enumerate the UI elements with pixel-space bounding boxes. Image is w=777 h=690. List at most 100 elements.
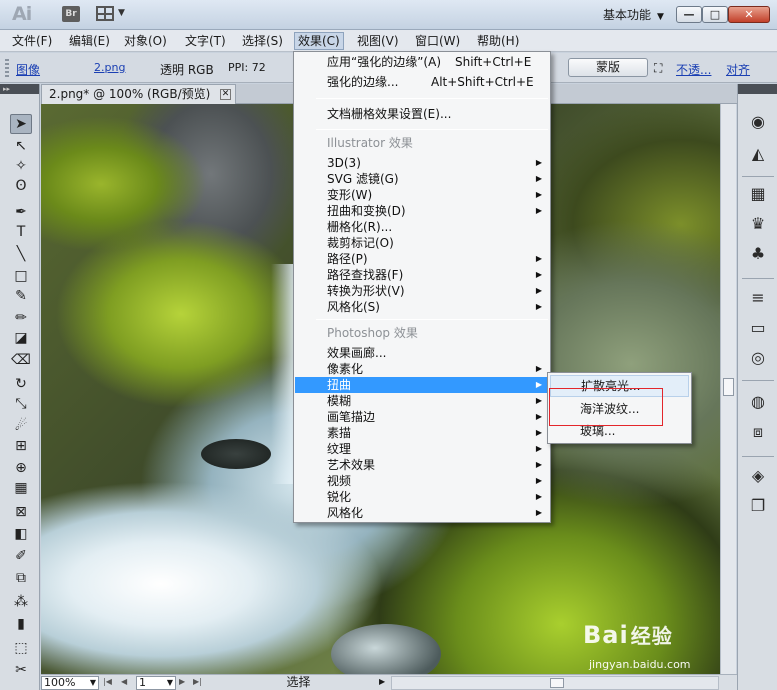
minimize-button[interactable]: — (676, 6, 702, 23)
eyedropper-tool-icon[interactable]: ✐ (10, 546, 32, 566)
mesh-tool-icon[interactable]: ⊠ (10, 502, 32, 522)
perspective-grid-tool-icon[interactable]: ▦ (10, 478, 32, 498)
symbols-panel-icon[interactable]: ♣ (745, 242, 771, 266)
menu-view[interactable]: 视图(V) (354, 32, 402, 50)
transparency-panel-icon[interactable]: ◎ (745, 346, 771, 370)
last-artboard-icon[interactable]: ▶| (193, 677, 202, 686)
menu-item-stylize-illustrator[interactable]: 风格化(S) ▶ (295, 299, 549, 315)
slice-tool-icon[interactable]: ✂ (10, 660, 32, 680)
scale-tool-icon[interactable]: ⤡ (10, 394, 32, 414)
blob-brush-tool-icon[interactable]: ◪ (10, 328, 32, 348)
appearance-panel-icon[interactable]: ◍ (745, 390, 771, 414)
document-tab[interactable]: 2.png* @ 100% (RGB/预览) ✕ (41, 84, 236, 104)
menu-item-path[interactable]: 路径(P) ▶ (295, 251, 549, 267)
color-panel-icon[interactable]: ◉ (745, 110, 771, 134)
eraser-tool-icon[interactable]: ⌫ (10, 350, 32, 370)
menu-item-effect-gallery[interactable]: 效果画廊... (295, 345, 549, 361)
menu-item-convert-to-shape[interactable]: 转换为形状(V) ▶ (295, 283, 549, 299)
next-artboard-icon[interactable]: ▶ (179, 677, 185, 686)
brushes-panel-icon[interactable]: ♛ (745, 212, 771, 236)
workspace-switcher[interactable]: 基本功能 ▼ (603, 6, 664, 23)
menu-object[interactable]: 对象(O) (121, 32, 170, 50)
opacity-link[interactable]: 不透... (676, 61, 711, 78)
paintbrush-tool-icon[interactable]: ✎ (10, 286, 32, 306)
menu-edit[interactable]: 编辑(E) (66, 32, 113, 50)
scroll-thumb[interactable] (723, 378, 734, 396)
shape-builder-tool-icon[interactable]: ⊕ (10, 458, 32, 478)
menu-item-distort-transform[interactable]: 扭曲和变换(D) ▶ (295, 203, 549, 219)
lasso-tool-icon[interactable]: ʘ (10, 176, 32, 196)
blend-tool-icon[interactable]: ⧉ (10, 568, 32, 588)
menu-item-last-effect[interactable]: 强化的边缘... Alt+Shift+Ctrl+E (295, 74, 549, 90)
close-icon[interactable]: ✕ (220, 89, 231, 100)
dock-header[interactable] (738, 84, 777, 94)
status-tool-label[interactable]: 选择 (211, 676, 386, 690)
menu-effect[interactable]: 效果(C) (294, 32, 344, 50)
gradient-panel-icon[interactable]: ▭ (745, 316, 771, 340)
first-artboard-icon[interactable]: |◀ (103, 677, 112, 686)
menu-item-sharpen[interactable]: 锐化 ▶ (295, 489, 549, 505)
menu-item-document-raster-settings[interactable]: 文档栅格效果设置(E)... (295, 103, 549, 125)
graphic-styles-panel-icon[interactable]: ⧈ (745, 420, 771, 444)
menu-item-crop-marks[interactable]: 裁剪标记(O) (295, 235, 549, 251)
menu-item-warp[interactable]: 变形(W) ▶ (295, 187, 549, 203)
line-tool-icon[interactable]: ╲ (10, 244, 32, 264)
align-link[interactable]: 对齐 (726, 61, 750, 78)
column-graph-tool-icon[interactable]: ▮ (10, 614, 32, 634)
color-guide-panel-icon[interactable]: ◭ (745, 142, 771, 166)
status-menu-icon[interactable]: ▶ (379, 677, 385, 686)
pencil-tool-icon[interactable]: ✏ (10, 308, 32, 328)
menu-type[interactable]: 文字(T) (182, 32, 229, 50)
menu-help[interactable]: 帮助(H) (474, 32, 522, 50)
scroll-thumb[interactable] (550, 678, 564, 688)
selection-tool-icon[interactable]: ➤ (10, 114, 32, 134)
menu-item-blur[interactable]: 模糊 ▶ (295, 393, 549, 409)
transform-icon[interactable]: ⛶ (654, 61, 662, 76)
swatches-panel-icon[interactable]: ▦ (745, 182, 771, 206)
menu-item-video[interactable]: 视频 ▶ (295, 473, 549, 489)
menu-window[interactable]: 窗口(W) (412, 32, 463, 50)
rectangle-tool-icon[interactable]: □ (10, 266, 32, 286)
menu-item-svg-filters[interactable]: SVG 滤镜(G) ▶ (295, 171, 549, 187)
pen-tool-icon[interactable]: ✒ (10, 202, 32, 222)
menu-item-stylize-photoshop[interactable]: 风格化 ▶ (295, 505, 549, 521)
direct-selection-tool-icon[interactable]: ↖ (10, 136, 32, 156)
menu-item-sketch[interactable]: 素描 ▶ (295, 425, 549, 441)
menu-item-pathfinder[interactable]: 路径查找器(F) ▶ (295, 267, 549, 283)
menu-item-distort[interactable]: 扭曲 ▶ (295, 377, 549, 393)
rotate-tool-icon[interactable]: ↻ (10, 374, 32, 394)
maximize-button[interactable]: □ (702, 6, 728, 23)
menu-item-rasterize[interactable]: 栅格化(R)... (295, 219, 549, 235)
menu-file[interactable]: 文件(F) (9, 32, 55, 50)
linked-file-link[interactable]: 2.png (94, 61, 125, 74)
gradient-tool-icon[interactable]: ◧ (10, 524, 32, 544)
object-type-link[interactable]: 图像 (16, 61, 40, 78)
panel-collapse-icon[interactable]: ▸▸ (0, 84, 39, 94)
bridge-button[interactable]: Br (62, 6, 80, 22)
menu-item-artistic[interactable]: 艺术效果 ▶ (295, 457, 549, 473)
menu-item-apply-last-effect[interactable]: 应用“强化的边缘”(A) Shift+Ctrl+E (295, 54, 549, 70)
menu-item-3d[interactable]: 3D(3) ▶ (295, 155, 549, 171)
symbol-sprayer-tool-icon[interactable]: ⁂ (10, 592, 32, 612)
close-button[interactable]: ✕ (728, 6, 770, 23)
menu-item-pixelate[interactable]: 像素化 ▶ (295, 361, 549, 377)
horizontal-scrollbar[interactable] (391, 676, 719, 690)
panel-grip-icon[interactable] (5, 59, 9, 77)
arrange-documents-button[interactable]: ▼ (96, 5, 128, 23)
type-tool-icon[interactable]: T (10, 222, 32, 242)
menu-item-brush-strokes[interactable]: 画笔描边 ▶ (295, 409, 549, 425)
zoom-select[interactable]: 100% ▼ (41, 676, 99, 690)
warp-tool-icon[interactable]: ☄ (10, 416, 32, 436)
artboard-number-select[interactable]: 1 ▼ (136, 676, 176, 690)
magic-wand-tool-icon[interactable]: ✧ (10, 156, 32, 176)
free-transform-tool-icon[interactable]: ⊞ (10, 436, 32, 456)
artboards-panel-icon[interactable]: ❐ (745, 494, 771, 518)
vertical-scrollbar[interactable] (720, 104, 736, 674)
menu-item-texture[interactable]: 纹理 ▶ (295, 441, 549, 457)
artboard-tool-icon[interactable]: ⬚ (10, 638, 32, 658)
layers-panel-icon[interactable]: ◈ (745, 464, 771, 488)
stroke-panel-icon[interactable]: ≡ (745, 286, 771, 310)
mask-button[interactable]: 蒙版 (568, 58, 648, 77)
previous-artboard-icon[interactable]: ◀ (121, 677, 127, 686)
menu-select[interactable]: 选择(S) (239, 32, 286, 50)
